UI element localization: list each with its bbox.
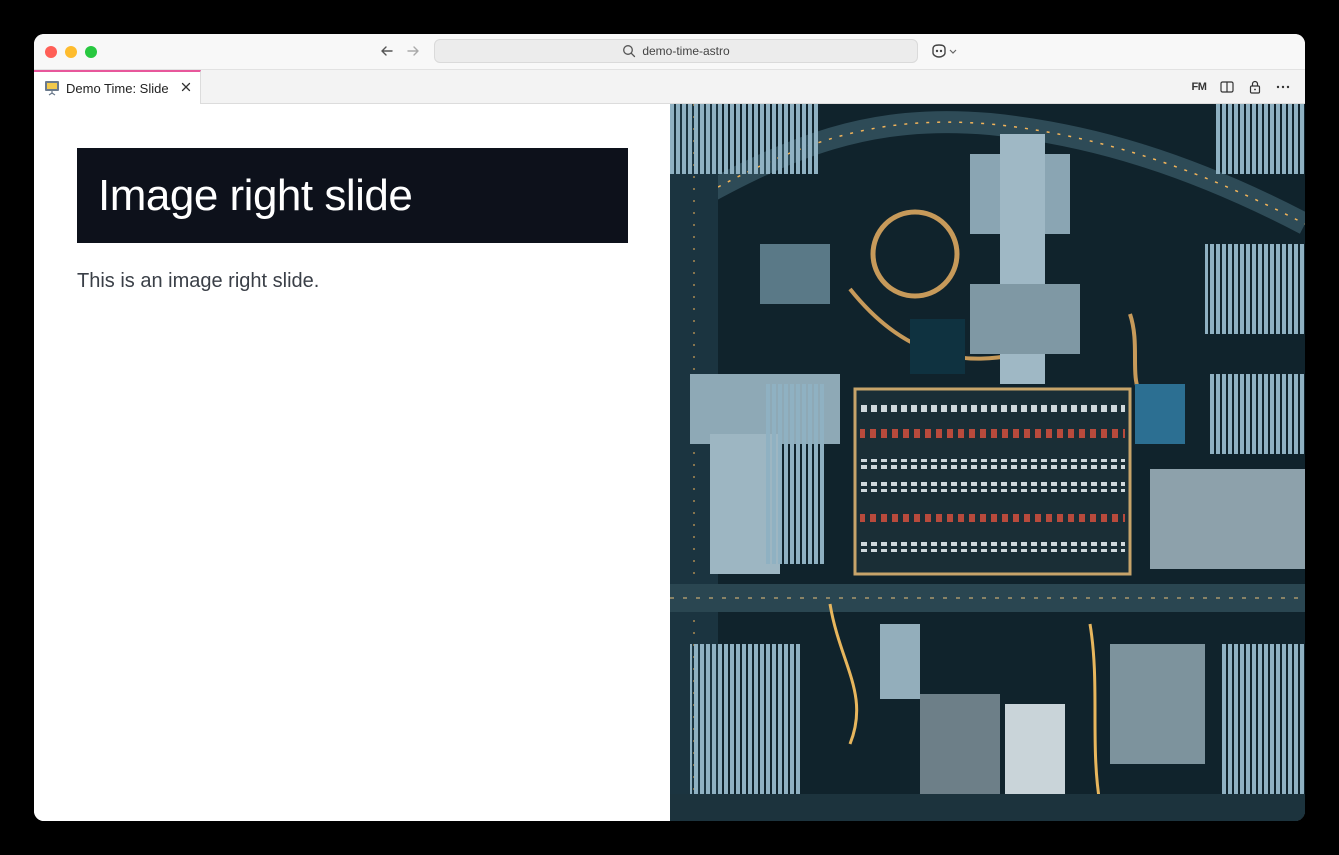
editor-actions: FM	[1191, 79, 1291, 95]
slide-title: Image right slide	[98, 170, 413, 220]
copilot-button[interactable]	[930, 42, 960, 60]
aerial-city-parking-lot-photo	[670, 104, 1305, 821]
slide-presentation-icon	[45, 81, 59, 96]
slide-body-text: This is an image right slide.	[77, 270, 320, 292]
slide-image	[670, 104, 1305, 821]
search-icon	[623, 45, 636, 58]
arrow-right-icon[interactable]	[404, 42, 422, 60]
browser-window: demo-time-astro Demo Time: Slide FM Imag…	[34, 34, 1305, 821]
tab-bar: Demo Time: Slide FM	[34, 70, 1305, 104]
close-icon[interactable]	[180, 81, 192, 93]
minimize-window-button[interactable]	[65, 46, 77, 58]
more-icon[interactable]	[1275, 79, 1291, 95]
slide-title-box: Image right slide	[77, 148, 628, 243]
title-bar: demo-time-astro	[34, 34, 1305, 70]
chevron-down-icon	[949, 49, 957, 54]
front-matter-icon[interactable]: FM	[1191, 79, 1207, 95]
slide-content: Image right slide This is an image right…	[34, 104, 670, 821]
lock-icon[interactable]	[1247, 79, 1263, 95]
address-text: demo-time-astro	[642, 44, 730, 58]
maximize-window-button[interactable]	[85, 46, 97, 58]
split-editor-icon[interactable]	[1219, 79, 1235, 95]
tab-demo-time-slide[interactable]: Demo Time: Slide	[34, 70, 201, 104]
copilot-icon	[932, 44, 946, 58]
tab-label: Demo Time: Slide	[66, 80, 169, 96]
arrow-left-icon[interactable]	[378, 42, 396, 60]
close-window-button[interactable]	[45, 46, 57, 58]
address-bar[interactable]: demo-time-astro	[434, 39, 918, 63]
